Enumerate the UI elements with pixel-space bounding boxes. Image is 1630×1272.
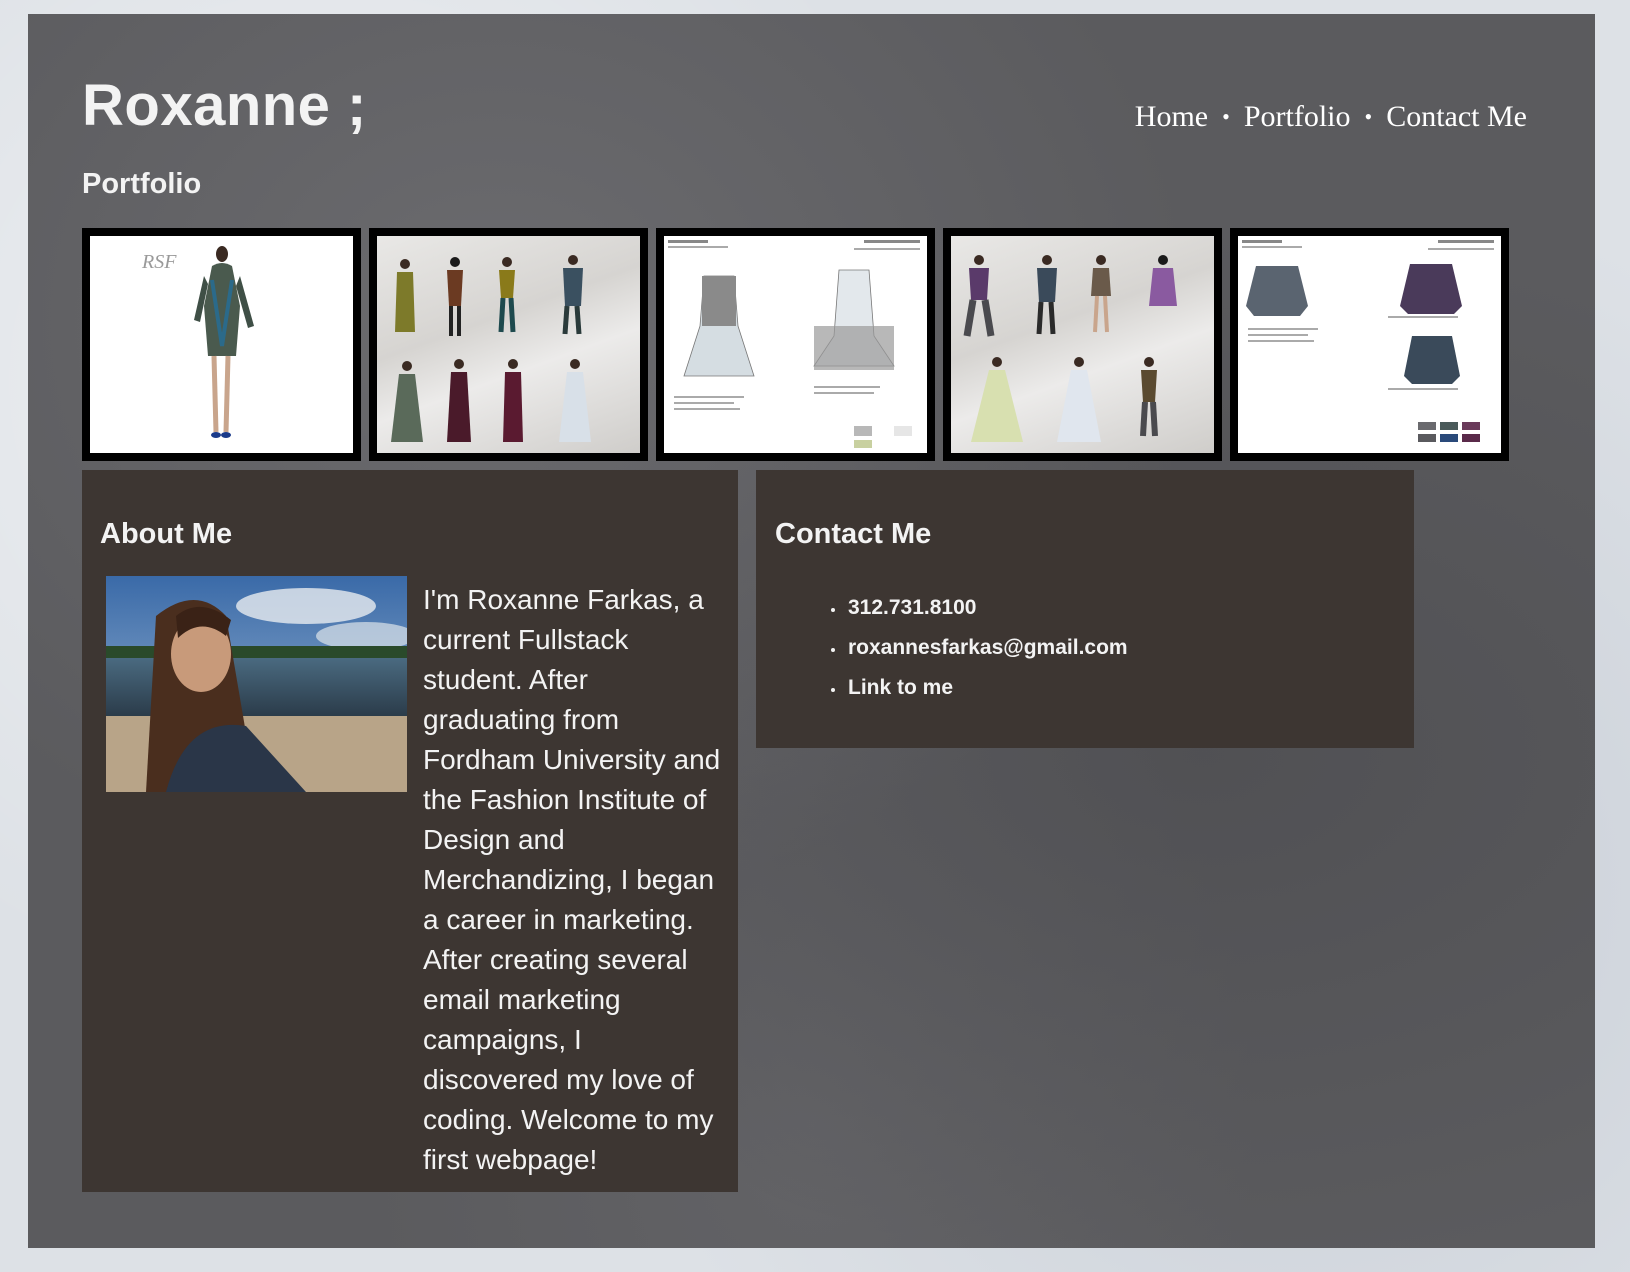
tech-sheet-image: [664, 236, 927, 453]
portfolio-thumbnail[interactable]: [1230, 228, 1509, 461]
site-brand: Roxanne ;: [82, 73, 367, 138]
about-text: I'm Roxanne Farkas, a current Fullstack …: [423, 584, 721, 1175]
contact-list: 312.731.8100 roxannesfarkas@gmail.com Li…: [846, 588, 1128, 708]
contact-phone: 312.731.8100: [846, 588, 1128, 628]
fashion-sketch-image: RSF: [90, 236, 353, 453]
portfolio-thumbnail[interactable]: [656, 228, 935, 461]
nav-separator: •: [1222, 104, 1230, 129]
fashion-collection-image: [377, 236, 640, 453]
svg-text:RSF: RSF: [141, 251, 177, 273]
portfolio-thumbnail[interactable]: [369, 228, 648, 461]
nav-separator: •: [1364, 104, 1373, 129]
contact-email: roxannesfarkas@gmail.com: [846, 628, 1128, 668]
portfolio-gallery: RSF: [82, 228, 1509, 461]
portfolio-thumbnail[interactable]: [943, 228, 1222, 461]
page-container: Roxanne ; Home • Portfolio • Contact Me …: [28, 14, 1595, 1248]
tech-sheet-image: [1238, 236, 1501, 453]
portfolio-heading: Portfolio: [82, 168, 202, 200]
contact-link-anchor[interactable]: Link to me: [848, 676, 953, 699]
contact-heading: Contact Me: [775, 518, 932, 550]
nav-link-portfolio[interactable]: Portfolio: [1244, 100, 1351, 134]
main-nav: Home • Portfolio • Contact Me: [1135, 100, 1527, 134]
contact-panel: Contact Me 312.731.8100 roxannesfarkas@g…: [756, 470, 1414, 748]
nav-link-home[interactable]: Home: [1135, 100, 1208, 134]
contact-email-link[interactable]: roxannesfarkas@gmail.com: [848, 636, 1128, 659]
nav-link-contact[interactable]: Contact Me: [1386, 100, 1527, 134]
profile-photo: [106, 576, 407, 792]
about-heading: About Me: [100, 518, 233, 550]
portfolio-thumbnail[interactable]: RSF: [82, 228, 361, 461]
contact-link: Link to me: [846, 668, 1128, 708]
about-panel: About Me I'm Roxanne Farkas, a current F…: [82, 470, 738, 1192]
fashion-collection-image: [951, 236, 1214, 453]
